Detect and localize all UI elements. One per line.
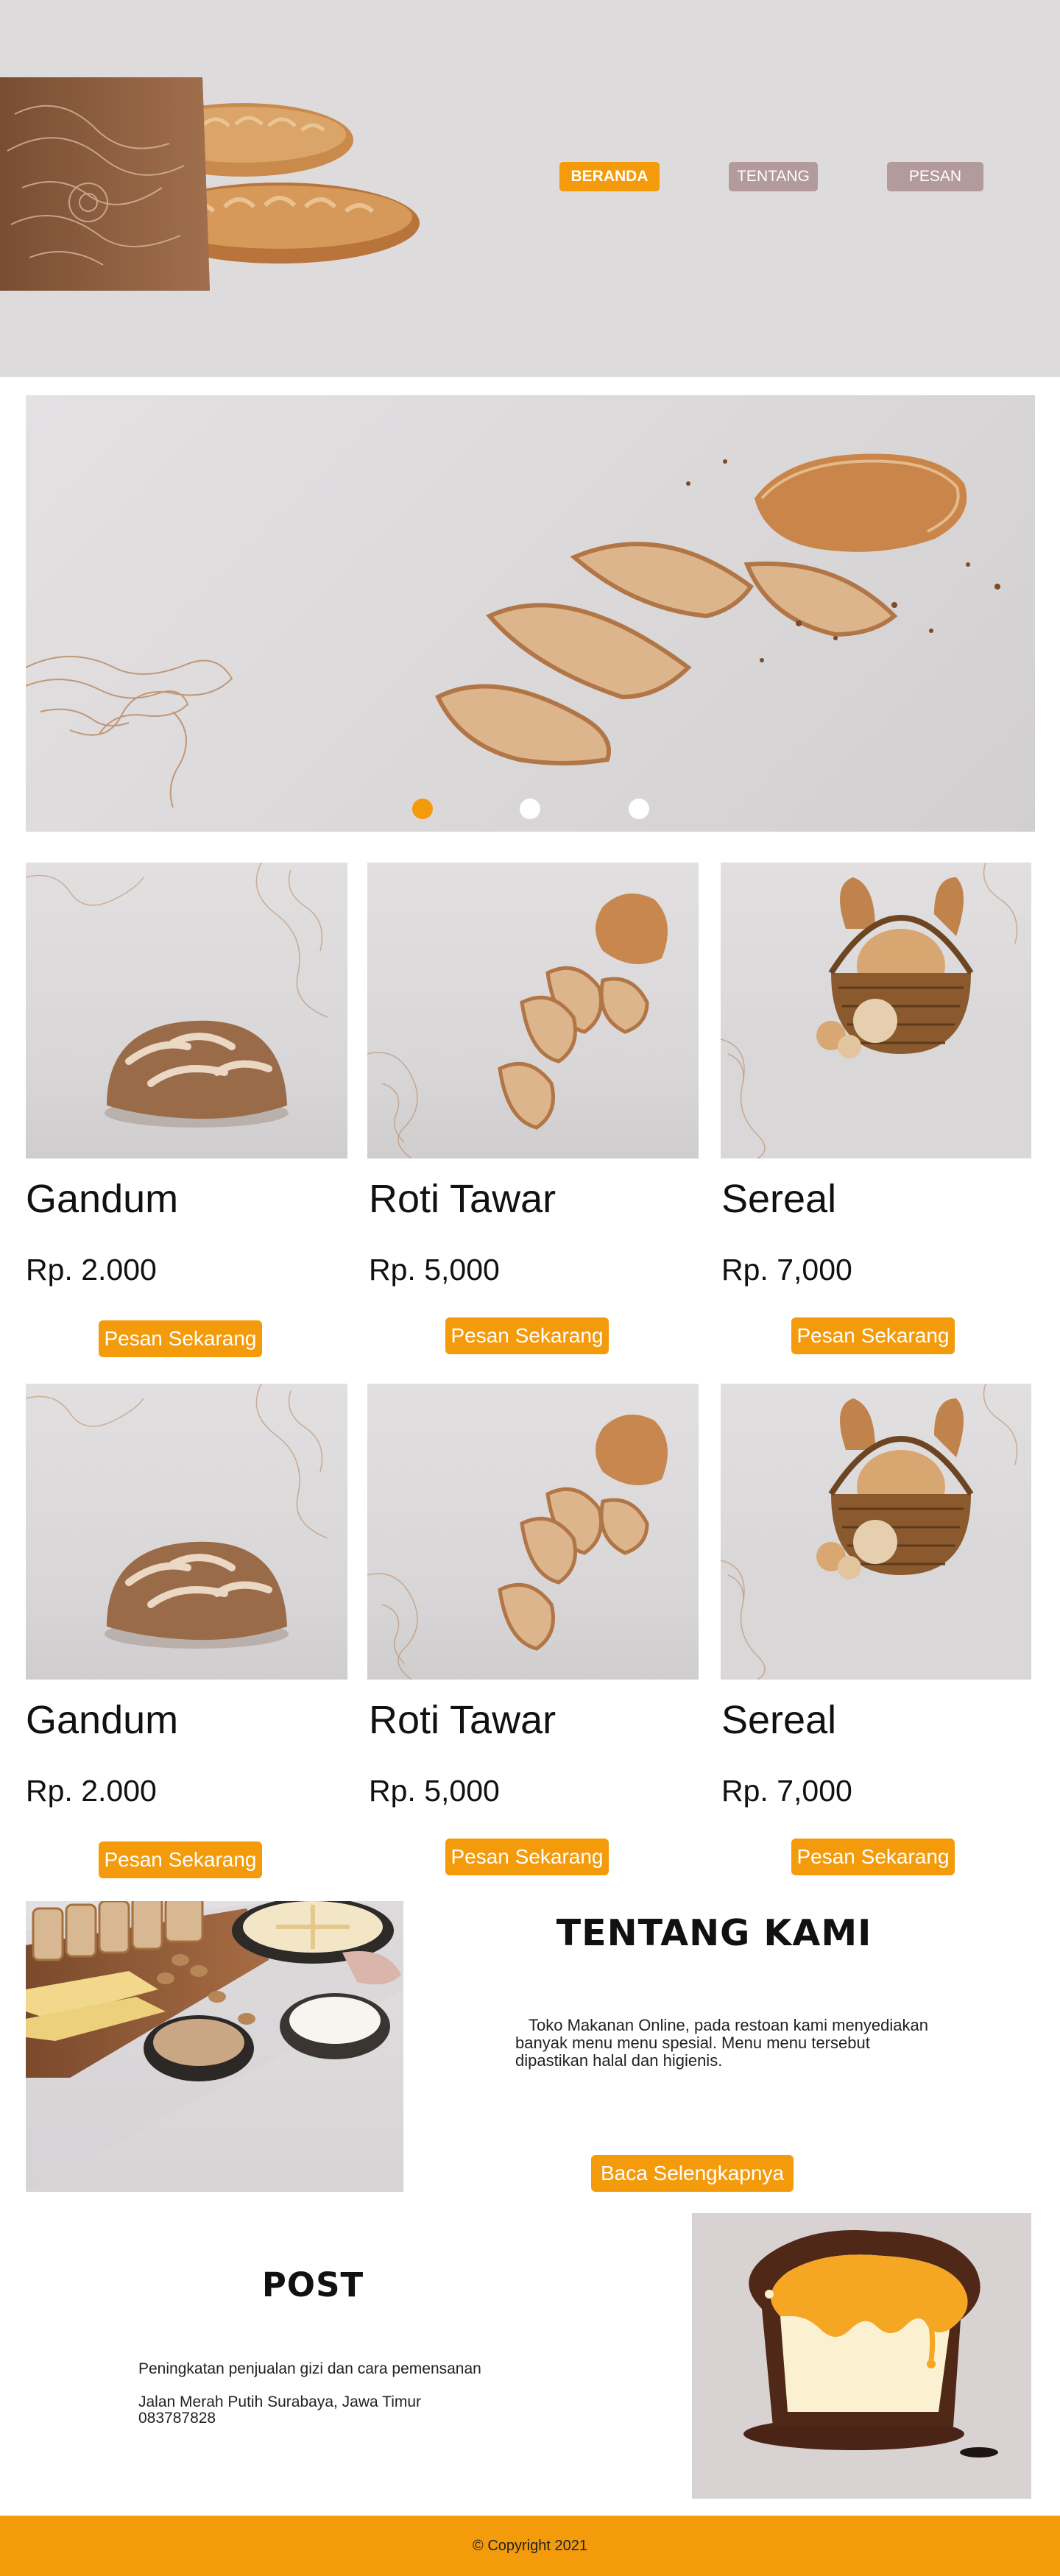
product-name: Gandum <box>26 1698 179 1742</box>
product-name: Sereal <box>721 1698 837 1742</box>
product-price: Rp. 5,000 <box>369 1774 500 1808</box>
order-now-button[interactable]: Pesan Sekarang <box>445 1317 609 1354</box>
nav-tentang-button[interactable]: TENTANG <box>729 162 818 191</box>
about-food-image <box>26 1901 403 2192</box>
about-title: TENTANG KAMI <box>556 1912 872 1954</box>
header: BERANDA TENTANG PESAN <box>0 0 1060 377</box>
nav-beranda-button[interactable]: BERANDA <box>559 162 660 191</box>
order-now-button[interactable]: Pesan Sekarang <box>99 1841 262 1878</box>
product-image-sereal <box>721 1384 1031 1680</box>
product-image-gandum <box>26 863 347 1158</box>
about-text-line: Toko Makanan Online, pada restoan kami m… <box>529 2016 928 2034</box>
product-image-gandum <box>26 1384 347 1680</box>
order-now-button[interactable]: Pesan Sekarang <box>99 1320 262 1357</box>
order-now-button[interactable]: Pesan Sekarang <box>445 1839 609 1875</box>
product-image-roti-tawar <box>367 1384 699 1680</box>
product-name: Sereal <box>721 1177 837 1221</box>
slide-dot-2[interactable] <box>520 799 540 819</box>
toast-illustration <box>692 2213 1031 2499</box>
slide-dot-1[interactable] <box>412 799 433 819</box>
copyright-text: © Copyright 2021 <box>473 2538 587 2554</box>
product-name: Gandum <box>26 1177 179 1221</box>
slide-dot-3[interactable] <box>629 799 649 819</box>
product-image-roti-tawar <box>367 863 699 1158</box>
post-phone: 083787828 <box>138 2410 216 2427</box>
order-now-button[interactable]: Pesan Sekarang <box>791 1317 955 1354</box>
read-more-button[interactable]: Baca Selengkapnya <box>591 2155 794 2192</box>
product-price: Rp. 5,000 <box>369 1253 500 1287</box>
product-name: Roti Tawar <box>369 1177 556 1221</box>
product-name: Roti Tawar <box>369 1698 556 1742</box>
hero-bread-slices-image <box>26 453 1000 808</box>
nav-pesan-button[interactable]: PESAN <box>887 162 983 191</box>
product-price: Rp. 7,000 <box>721 1774 852 1808</box>
about-text-line: banyak menu menu spesial. Menu menu ters… <box>515 2034 870 2052</box>
product-price: Rp. 2.000 <box>26 1774 157 1808</box>
order-now-button[interactable]: Pesan Sekarang <box>791 1839 955 1875</box>
post-description: Peningkatan penjualan gizi dan cara peme… <box>138 2360 481 2377</box>
product-price: Rp. 7,000 <box>721 1253 852 1287</box>
hero-slider <box>26 395 1035 832</box>
post-title: POST <box>261 2265 364 2304</box>
product-price: Rp. 2.000 <box>26 1253 157 1287</box>
baguette-logo-image <box>0 77 420 291</box>
product-image-sereal <box>721 863 1031 1158</box>
about-text-line: dipastikan halal dan higienis. <box>515 2051 723 2070</box>
post-address: Jalan Merah Putih Surabaya, Jawa Timur <box>138 2393 422 2410</box>
about-description: Toko Makanan Online, pada restoan kami m… <box>515 2017 986 2070</box>
